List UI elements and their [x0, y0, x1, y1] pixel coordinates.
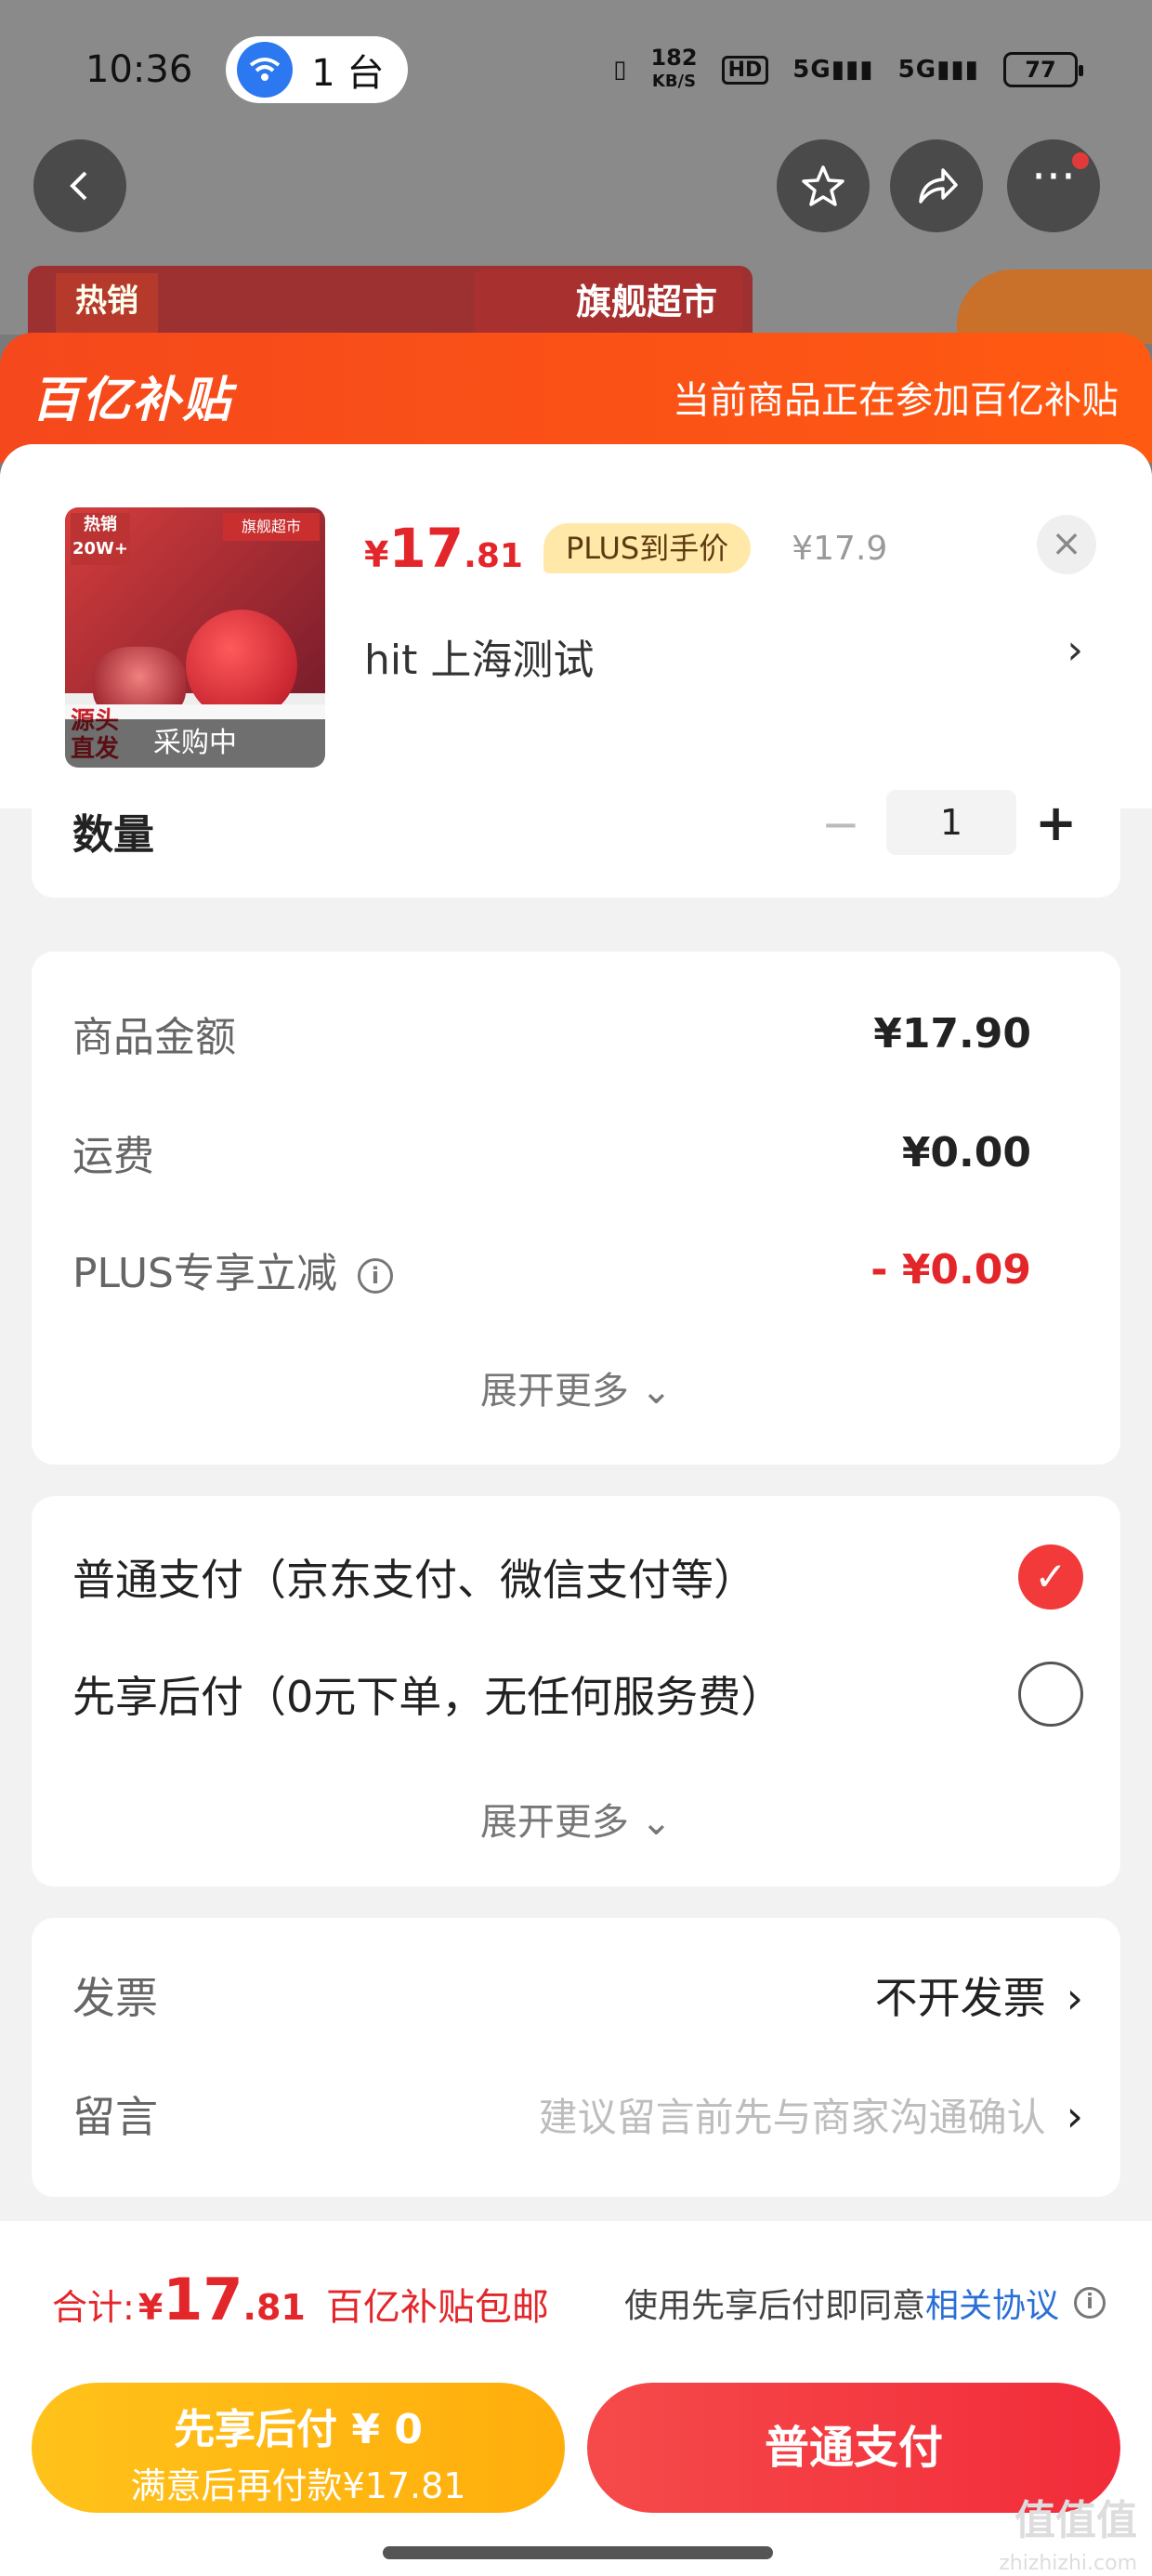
agreement-link[interactable]: 相关协议	[925, 2279, 1059, 2327]
pay-later-button[interactable]: 先享后付 ¥ 0 满意后再付款¥17.81	[32, 2383, 565, 2513]
share-icon	[919, 168, 958, 204]
note-label: 留言	[72, 2092, 158, 2142]
shipping-fee-value: ¥0.00	[901, 1128, 1031, 1176]
quantity-decrease-button[interactable]: −	[821, 797, 860, 851]
price-line: ¥ 17 .81 PLUS到手价 ¥17.9	[364, 517, 887, 580]
total-currency: ¥	[137, 2287, 164, 2328]
info-icon[interactable]: i	[358, 1258, 393, 1294]
subsidy-header: 百亿补贴 当前商品正在参加百亿补贴	[0, 333, 1152, 463]
invoice-label: 发票	[72, 1973, 158, 2023]
agreement-prefix: 使用先享后付即同意	[623, 2287, 925, 2325]
note-row[interactable]: 留言 建议留言前先与商家沟通确认 ›	[72, 2083, 1083, 2145]
watermark: 值值值 zhizhizhi.com	[999, 2497, 1137, 2576]
plus-discount-label: PLUS专享立减	[72, 1250, 337, 1297]
total-integer: 17	[163, 2266, 243, 2333]
payment-option-regular-label: 普通支付（京东支付、微信支付等）	[72, 1555, 756, 1605]
chevron-right-icon: ›	[1066, 1973, 1083, 2023]
share-button[interactable]	[890, 139, 983, 232]
invoice-row[interactable]: 发票 不开发票 ›	[72, 1965, 1083, 2026]
status-time: 10:36	[85, 48, 193, 91]
status-bar: 10:36 1 台 ▯ 182 KB/S HD 5G▮▮▮ 5G▮▮▮ 77	[0, 0, 1152, 139]
thumbnail-hot-tag: 热销 20W+	[71, 513, 130, 565]
close-button[interactable]: ×	[1037, 515, 1096, 574]
product-thumbnail[interactable]: 热销 20W+ 旗舰超市 源头 直发 采购中	[65, 507, 325, 768]
goods-amount-label: 商品金额	[72, 1014, 236, 1061]
top-nav: ···	[0, 139, 1152, 232]
invoice-value: 不开发票	[874, 1973, 1046, 2023]
pay-later-subtitle: 满意后再付款¥17.81	[130, 2465, 466, 2506]
note-placeholder: 建议留言前先与商家沟通确认	[538, 2094, 1046, 2140]
signal-icon-1: 5G▮▮▮	[792, 56, 874, 84]
favorite-button[interactable]	[777, 139, 870, 232]
total-decimal: .81	[242, 2287, 306, 2328]
total-note: 百亿补贴包邮	[325, 2286, 549, 2329]
payment-method-card: 普通支付（京东支付、微信支付等） ✓ 先享后付（0元下单，无任何服务费） 展开更…	[32, 1496, 1120, 1886]
shipping-address[interactable]: hit 上海测试	[364, 626, 594, 686]
checkmark-icon[interactable]: ✓	[1018, 1544, 1083, 1610]
subsidy-subtitle: 当前商品正在参加百亿补贴	[673, 379, 1119, 422]
pay-later-title: 先享后付 ¥ 0	[174, 2406, 423, 2453]
more-dots-icon: ···	[1031, 150, 1076, 204]
invoice-note-card: 发票 不开发票 › 留言 建议留言前先与商家沟通确认 ›	[32, 1918, 1120, 2197]
price-details-card: 商品金额 ¥17.90 运费 ¥0.00 PLUS专享立减 i - ¥0.09 展…	[32, 952, 1120, 1465]
expand-price-details[interactable]: 展开更多 ⌄	[32, 1360, 1120, 1414]
home-indicator[interactable]	[383, 2546, 773, 2559]
plus-discount-value: - ¥0.09	[871, 1245, 1031, 1294]
close-icon: ×	[1051, 522, 1082, 565]
battery-icon: 77	[1003, 52, 1083, 87]
plus-discount-row: PLUS专享立减 i - ¥0.09	[72, 1240, 1031, 1299]
shipping-fee-row: 运费 ¥0.00	[72, 1123, 1031, 1182]
vibrate-icon: ▯	[613, 56, 627, 84]
goods-amount-value: ¥17.90	[873, 1009, 1031, 1058]
notification-dot	[1072, 152, 1089, 169]
radio-empty-icon[interactable]	[1018, 1662, 1083, 1727]
checkout-bar: 合计: ¥ 17 .81 百亿补贴包邮 使用先享后付即同意 相关协议 i 先享后…	[0, 2221, 1152, 2576]
wifi-icon	[237, 42, 294, 98]
shipping-fee-label: 运费	[72, 1133, 154, 1180]
chevron-right-icon: ›	[1066, 2090, 1083, 2141]
total-line: 合计: ¥ 17 .81 百亿补贴包邮	[52, 2266, 549, 2333]
chevron-right-icon[interactable]: ›	[1067, 626, 1083, 674]
signal-icon-2: 5G▮▮▮	[897, 56, 979, 84]
quantity-input[interactable]: 1	[886, 790, 1016, 855]
price-decimal: .81	[464, 537, 523, 575]
payment-option-pay-later-label: 先享后付（0元下单，无任何服务费）	[72, 1672, 784, 1722]
price-currency: ¥	[364, 534, 389, 575]
hotspot-count: 1 台	[311, 52, 385, 95]
plus-price-tag: PLUS到手价	[543, 523, 752, 573]
regular-pay-button[interactable]: 普通支付	[587, 2383, 1120, 2513]
quantity-label: 数量	[72, 811, 154, 859]
info-icon[interactable]: i	[1074, 2287, 1106, 2319]
payment-option-regular[interactable]: 普通支付（京东支付、微信支付等） ✓	[72, 1544, 1083, 1610]
quantity-increase-button[interactable]: +	[1035, 794, 1077, 852]
agreement-text: 使用先享后付即同意 相关协议 i	[624, 2279, 1106, 2327]
system-indicators: ▯ 182 KB/S HD 5G▮▮▮ 5G▮▮▮ 77	[613, 45, 1083, 94]
price-integer: 17	[388, 517, 465, 580]
star-icon	[802, 165, 844, 206]
background-banner: 热销 旗舰超市	[28, 266, 753, 340]
hot-tag: 热销	[56, 273, 158, 338]
net-speed: 182 KB/S	[650, 45, 698, 91]
payment-option-pay-later[interactable]: 先享后付（0元下单，无任何服务费）	[72, 1662, 1083, 1727]
quantity-card: 数量 − 1 +	[32, 790, 1120, 898]
original-price: ¥17.9	[792, 529, 888, 568]
expand-payment-options[interactable]: 展开更多 ⌄	[32, 1792, 1120, 1846]
flag-store-tag: 旗舰超市	[474, 269, 743, 335]
back-button[interactable]	[33, 139, 126, 232]
goods-amount-row: 商品金额 ¥17.90	[72, 1004, 1031, 1063]
hotspot-pill[interactable]: 1 台	[226, 36, 409, 103]
hd-icon: HD	[721, 55, 769, 85]
product-summary: 热销 20W+ 旗舰超市 源头 直发 采购中 ¥ 17 .81 PLUS到手价 …	[0, 444, 1152, 808]
chevron-left-icon	[70, 171, 87, 201]
purchasing-status: 采购中	[65, 719, 325, 768]
thumbnail-flag-tag: 旗舰超市	[223, 513, 320, 541]
more-button[interactable]: ···	[1007, 139, 1100, 232]
total-label: 合计:	[52, 2287, 135, 2328]
subsidy-brand-logo: 百亿补贴	[32, 373, 233, 428]
